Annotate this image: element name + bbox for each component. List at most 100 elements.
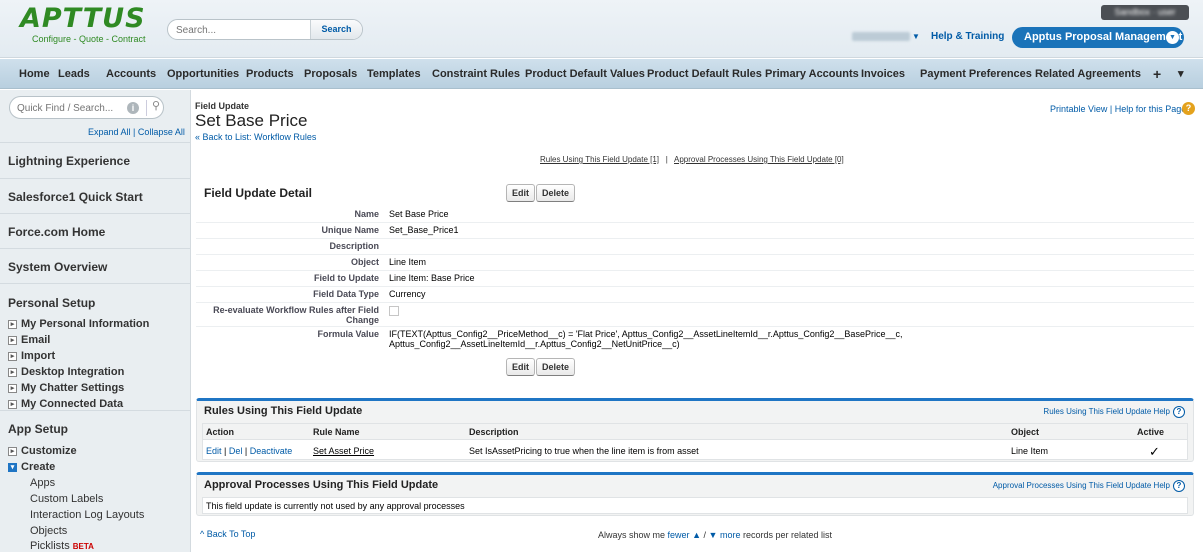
- fewer-link[interactable]: fewer ▲: [668, 530, 701, 540]
- printable-view-help-link[interactable]: Printable View | Help for this Page: [1050, 104, 1186, 114]
- page-title: Set Base Price: [195, 111, 308, 130]
- deactivate-link[interactable]: Deactivate: [250, 446, 293, 456]
- global-header: APTTUS Configure - Quote - Contract Sear…: [0, 0, 1203, 58]
- approvals-help-link[interactable]: Approval Processes Using This Field Upda…: [993, 480, 1185, 492]
- rules-list-title: Rules Using This Field Update: [204, 405, 363, 417]
- column-header-active: Active: [1137, 427, 1165, 437]
- expand-icon: ▸: [8, 319, 17, 329]
- tab-constraint-rules[interactable]: Constraint Rules: [432, 59, 520, 89]
- tab-leads[interactable]: Leads: [58, 59, 90, 89]
- user-menu-name[interactable]: [852, 32, 910, 41]
- app-setup-title: App Setup: [8, 422, 68, 436]
- field-value: Set Base Price: [389, 209, 449, 219]
- sandbox-badge: Sandbox · user: [1101, 5, 1189, 20]
- delete-button[interactable]: Delete: [536, 184, 576, 202]
- all-tabs-plus-icon[interactable]: +: [1153, 59, 1161, 89]
- expand-icon: ▸: [8, 399, 17, 409]
- rule-name-link[interactable]: Set Asset Price: [313, 446, 374, 456]
- triangle-up-icon: ▲: [692, 530, 701, 540]
- tab-product-default-rules[interactable]: Product Default Rules: [647, 59, 762, 89]
- rules-quick-link[interactable]: Rules Using This Field Update [1]: [540, 155, 659, 164]
- search-icon[interactable]: ⚲: [152, 99, 160, 112]
- search-button[interactable]: Search: [310, 20, 362, 39]
- back-to-top-link[interactable]: ^ Back To Top: [200, 529, 255, 539]
- sidebar-item-my-personal-information[interactable]: ▸ My Personal Information: [8, 318, 149, 330]
- column-header-action: Action: [206, 427, 234, 437]
- sidebar-lightning-experience[interactable]: Lightning Experience: [0, 142, 190, 178]
- chevron-down-icon: ▼: [1166, 31, 1179, 44]
- tab-home[interactable]: Home: [19, 59, 50, 89]
- sidebar-item-label: My Personal Information: [21, 318, 150, 330]
- edit-button[interactable]: Edit: [506, 184, 535, 202]
- help-icon: ?: [1173, 406, 1185, 418]
- sidebar-item-import[interactable]: ▸ Import: [8, 350, 55, 362]
- sandbox-badge-text: Sandbox · user: [1114, 7, 1176, 17]
- sidebar-item-label: My Chatter Settings: [21, 382, 125, 394]
- records-per-list-control: Always show me fewer ▲ / ▼ more records …: [598, 530, 833, 540]
- column-header-rule-name: Rule Name: [313, 427, 360, 437]
- sidebar-subitem-apps[interactable]: Apps: [30, 477, 55, 489]
- tab-invoices[interactable]: Invoices: [861, 59, 905, 89]
- rules-help-link[interactable]: Rules Using This Field Update Help?: [1043, 406, 1185, 418]
- tab-primary-accounts[interactable]: Primary Accounts: [765, 59, 859, 89]
- approvals-quick-link[interactable]: Approval Processes Using This Field Upda…: [674, 155, 844, 164]
- field-label: Description: [329, 241, 379, 251]
- sidebar-system-overview[interactable]: System Overview: [0, 248, 190, 283]
- sidebar-item-email[interactable]: ▸ Email: [8, 334, 50, 346]
- collapse-icon: ▾: [8, 462, 17, 472]
- sidebar-item-desktop-integration[interactable]: ▸ Desktop Integration: [8, 366, 124, 378]
- sidebar-force-com-home[interactable]: Force.com Home: [0, 213, 190, 248]
- delete-button-bottom[interactable]: Delete: [536, 358, 576, 376]
- tab-related-agreements[interactable]: Related Agreements: [1035, 59, 1141, 89]
- tab-products[interactable]: Products: [246, 59, 294, 89]
- sidebar-subitem-picklists[interactable]: Picklists BETA: [30, 540, 94, 552]
- tabs-overflow-chevron-icon[interactable]: ▾: [1178, 59, 1184, 89]
- more-link[interactable]: ▼ more: [709, 530, 741, 540]
- sidebar-item-label: My Connected Data: [21, 398, 124, 410]
- field-value: Line Item: [389, 257, 427, 267]
- rules-table: Action Rule Name Description Object Acti…: [202, 423, 1188, 460]
- sidebar-item-customize[interactable]: ▸ Customize: [8, 445, 77, 457]
- tab-product-default-values[interactable]: Product Default Values: [525, 59, 645, 89]
- sidebar-subitem-custom-labels[interactable]: Custom Labels: [30, 493, 103, 505]
- back-to-list-link[interactable]: « Back to List: Workflow Rules: [195, 132, 316, 142]
- tab-payment-preferences[interactable]: Payment Preferences: [920, 59, 1032, 89]
- sidebar-item-label: Import: [21, 350, 56, 362]
- help-icon[interactable]: ?: [1182, 102, 1195, 115]
- rule-description-cell: Set IsAssetPricing to true when the line…: [469, 446, 699, 456]
- app-menu-button[interactable]: Apptus Proposal Management ▼: [1012, 27, 1184, 48]
- sidebar-subitem-objects[interactable]: Objects: [30, 525, 67, 537]
- help-training-link[interactable]: Help & Training: [931, 31, 1004, 42]
- related-quick-links: Rules Using This Field Update [1] | Appr…: [540, 155, 844, 164]
- sidebar-section-label: System Overview: [8, 260, 108, 274]
- sidebar-salesforce1-quick-start[interactable]: Salesforce1 Quick Start: [0, 178, 190, 213]
- field-label: Formula Value: [317, 329, 379, 339]
- sidebar-subitem-interaction-log-layouts[interactable]: Interaction Log Layouts: [30, 509, 144, 521]
- tab-accounts[interactable]: Accounts: [106, 59, 156, 89]
- quick-find-divider: [146, 100, 147, 116]
- tab-proposals[interactable]: Proposals: [304, 59, 357, 89]
- logo-wordmark: APTTUS: [20, 3, 146, 34]
- sidebar-item-my-connected-data[interactable]: ▸ My Connected Data: [8, 398, 123, 410]
- sidebar-item-my-chatter-settings[interactable]: ▸ My Chatter Settings: [8, 382, 124, 394]
- tab-templates[interactable]: Templates: [367, 59, 421, 89]
- apttus-logo[interactable]: APTTUS Configure - Quote - Contract: [20, 3, 146, 45]
- edit-link[interactable]: Edit: [206, 446, 222, 456]
- setup-sidebar: i ⚲ Expand All | Collapse All Lightning …: [0, 90, 191, 552]
- global-search-input[interactable]: [176, 23, 301, 37]
- user-menu-caret-icon[interactable]: ▼: [912, 32, 920, 41]
- field-value: [389, 306, 399, 318]
- info-icon[interactable]: i: [127, 102, 139, 114]
- field-row-description: Description: [196, 239, 1194, 255]
- field-label: Re-evaluate Workflow Rules after Field C…: [213, 305, 379, 325]
- expand-collapse-all[interactable]: Expand All | Collapse All: [88, 127, 185, 137]
- del-link[interactable]: Del: [229, 446, 243, 456]
- sidebar-item-create[interactable]: ▾ Create: [8, 461, 55, 473]
- tab-opportunities[interactable]: Opportunities: [167, 59, 239, 89]
- approvals-table: This field update is currently not used …: [202, 497, 1188, 514]
- quick-find-input[interactable]: [17, 102, 117, 115]
- field-label: Field to Update: [314, 273, 379, 283]
- show-suffix: records per related list: [742, 530, 833, 540]
- main-content: Field Update Set Base Price « Back to Li…: [192, 90, 1203, 552]
- edit-button-bottom[interactable]: Edit: [506, 358, 535, 376]
